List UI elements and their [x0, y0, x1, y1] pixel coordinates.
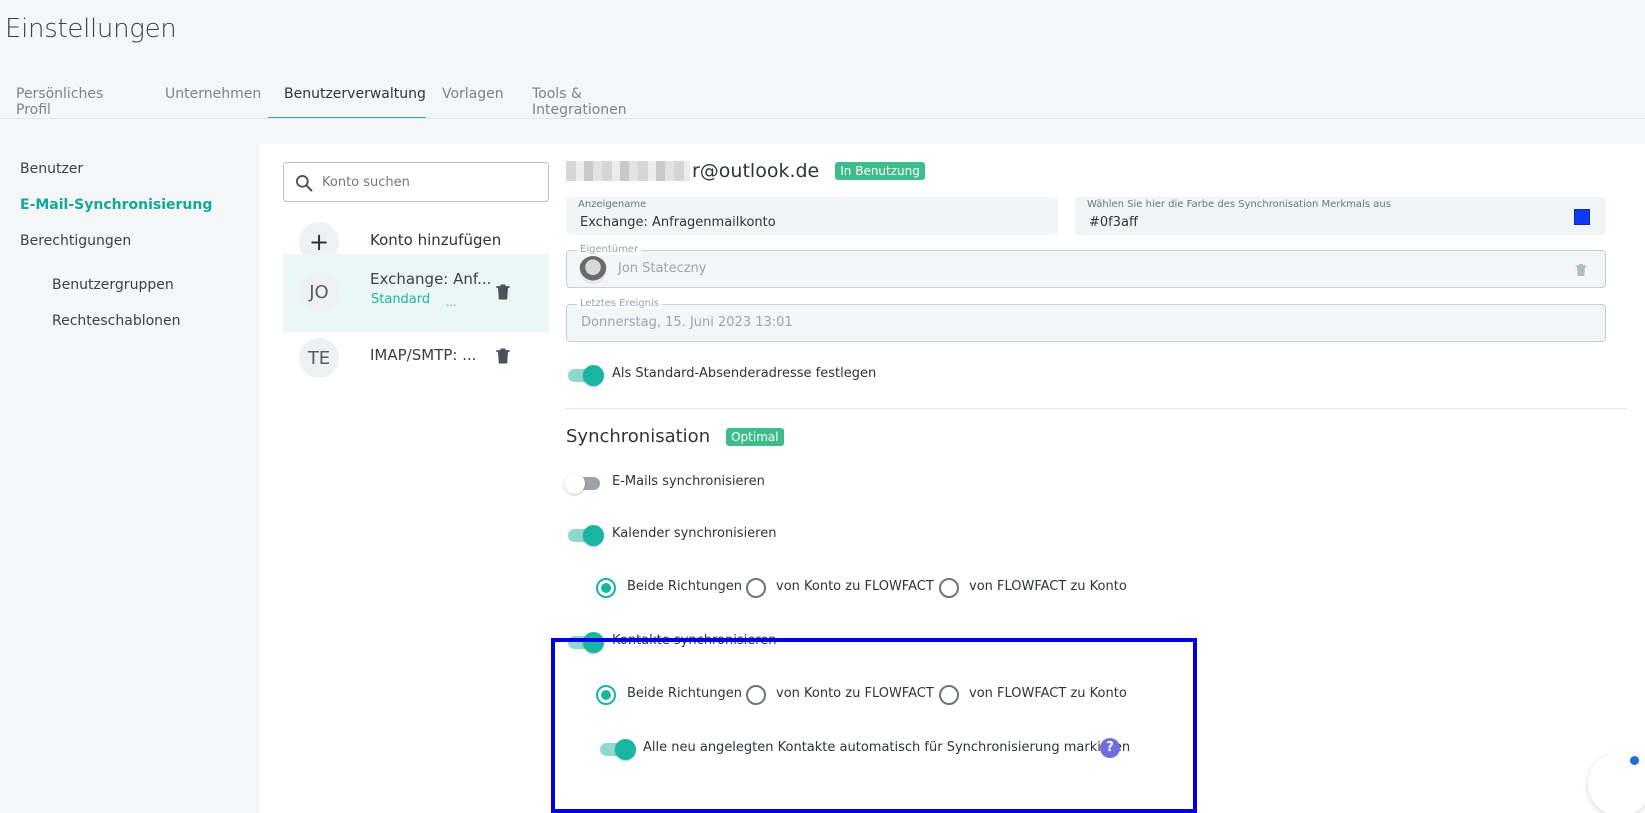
sync-emails-label: E-Mails synchronisieren [612, 474, 765, 489]
contacts-radio-to-account-label: von FLOWFACT zu Konto [969, 686, 1127, 701]
tab-benutzerverwaltung[interactable]: Benutzerverwaltung [268, 76, 426, 119]
page-title: Einstellungen [5, 14, 177, 44]
sidebar-item-email-synchronisierung[interactable]: E-Mail-Synchronisierung [20, 197, 212, 213]
trash-icon[interactable] [493, 282, 513, 302]
status-badge: Optimal [726, 427, 784, 446]
add-account-label: Konto hinzufügen [370, 231, 502, 249]
sync-color-field[interactable]: Wählen Sie hier die Farbe des Synchronis… [1075, 197, 1606, 235]
account-name: IMAP/SMTP: ... [370, 346, 477, 364]
top-navigation: Persönliches Profil Unternehmen Benutzer… [0, 76, 696, 119]
account-item-exchange[interactable]: JO Exchange: Anf... Standard ... [283, 254, 549, 332]
trash-icon [1575, 264, 1587, 276]
account-name: Exchange: Anf... [370, 270, 492, 288]
contacts-radio-both-label: Beide Richtungen [627, 686, 743, 701]
account-email: r@outlook.de [692, 160, 820, 182]
account-more-text: ... [446, 296, 457, 309]
account-default-tag: Standard [371, 292, 431, 307]
display-name-label: Anzeigename [578, 199, 647, 210]
tab-persoenliches-profil[interactable]: Persönliches Profil [0, 76, 149, 119]
tab-unternehmen[interactable]: Unternehmen [149, 76, 268, 119]
notification-dot-icon [1630, 756, 1639, 765]
account-detail: r@outlook.de In Benutzung Anzeigename Ex… [564, 144, 1626, 813]
avatar [579, 256, 607, 284]
account-item-imap[interactable]: TE IMAP/SMTP: ... [283, 330, 549, 386]
tab-tools-integrationen[interactable]: Tools & Integrationen [516, 76, 696, 119]
topnav-divider [0, 118, 1645, 119]
calendar-radio-both-label: Beide Richtungen [627, 579, 743, 594]
sync-calendar-label: Kalender synchronisieren [612, 526, 777, 541]
contacts-radio-both[interactable] [596, 685, 616, 705]
color-swatch[interactable] [1574, 209, 1590, 225]
account-search [283, 162, 549, 202]
search-input[interactable] [322, 171, 542, 193]
section-divider [566, 408, 1626, 409]
sync-color-value: #0f3aff [1089, 215, 1138, 230]
owner-value: Jon Stateczny [618, 261, 707, 276]
help-icon[interactable]: ? [1100, 738, 1120, 758]
redacted-email-prefix [566, 161, 690, 181]
calendar-radio-to-flowfact-label: von Konto zu FLOWFACT [776, 579, 934, 594]
calendar-radio-to-account[interactable] [939, 578, 959, 598]
contacts-radio-to-flowfact[interactable] [746, 685, 766, 705]
search-icon [296, 175, 313, 192]
last-event-label: Letztes Ereignis [577, 298, 662, 309]
owner-label: Eigentümer [577, 244, 642, 255]
owner-field: Eigentümer Jon Stateczny [566, 244, 1606, 288]
sidebar-item-berechtigungen[interactable]: Berechtigungen [20, 233, 131, 249]
sync-color-label: Wählen Sie hier die Farbe des Synchronis… [1087, 199, 1391, 210]
contacts-radio-to-account[interactable] [939, 685, 959, 705]
sync-contacts-label: Kontakte synchronisieren [612, 633, 777, 648]
sync-section-title: Synchronisation Optimal [566, 426, 784, 447]
calendar-radio-both[interactable] [596, 578, 616, 598]
sync-contacts-toggle[interactable] [566, 631, 604, 653]
status-badge: In Benutzung [835, 162, 925, 180]
trash-icon[interactable] [493, 346, 513, 366]
tab-vorlagen[interactable]: Vorlagen [426, 76, 516, 119]
display-name-value: Exchange: Anfragenmailkonto [580, 215, 776, 230]
calendar-radio-to-account-label: von FLOWFACT zu Konto [969, 579, 1127, 594]
avatar: TE [299, 338, 339, 378]
calendar-radio-to-flowfact[interactable] [746, 578, 766, 598]
auto-mark-contacts-toggle[interactable] [598, 738, 636, 760]
sidebar-item-benutzergruppen[interactable]: Benutzergruppen [52, 277, 174, 293]
default-sender-toggle[interactable] [566, 364, 604, 386]
last-event-value: Donnerstag, 15. Juni 2023 13:01 [581, 315, 793, 330]
avatar: JO [299, 272, 339, 312]
sync-title: Synchronisation [566, 426, 711, 447]
sidebar-item-rechteschablonen[interactable]: Rechteschablonen [52, 313, 181, 329]
display-name-field[interactable]: Anzeigename Exchange: Anfragenmailkonto [566, 197, 1058, 235]
auto-mark-contacts-label: Alle neu angelegten Kontakte automatisch… [643, 740, 1131, 755]
account-email-header: r@outlook.de In Benutzung [566, 158, 925, 184]
sync-calendar-toggle[interactable] [566, 524, 604, 546]
content-panel: + Konto hinzufügen JO Exchange: Anf... S… [259, 144, 1645, 813]
default-sender-label: Als Standard-Absenderadresse festlegen [612, 366, 877, 381]
contacts-radio-to-flowfact-label: von Konto zu FLOWFACT [776, 686, 934, 701]
sync-emails-toggle[interactable] [564, 472, 604, 494]
sidebar-item-benutzer[interactable]: Benutzer [20, 161, 83, 177]
last-event-field: Letztes Ereignis Donnerstag, 15. Juni 20… [566, 298, 1606, 342]
